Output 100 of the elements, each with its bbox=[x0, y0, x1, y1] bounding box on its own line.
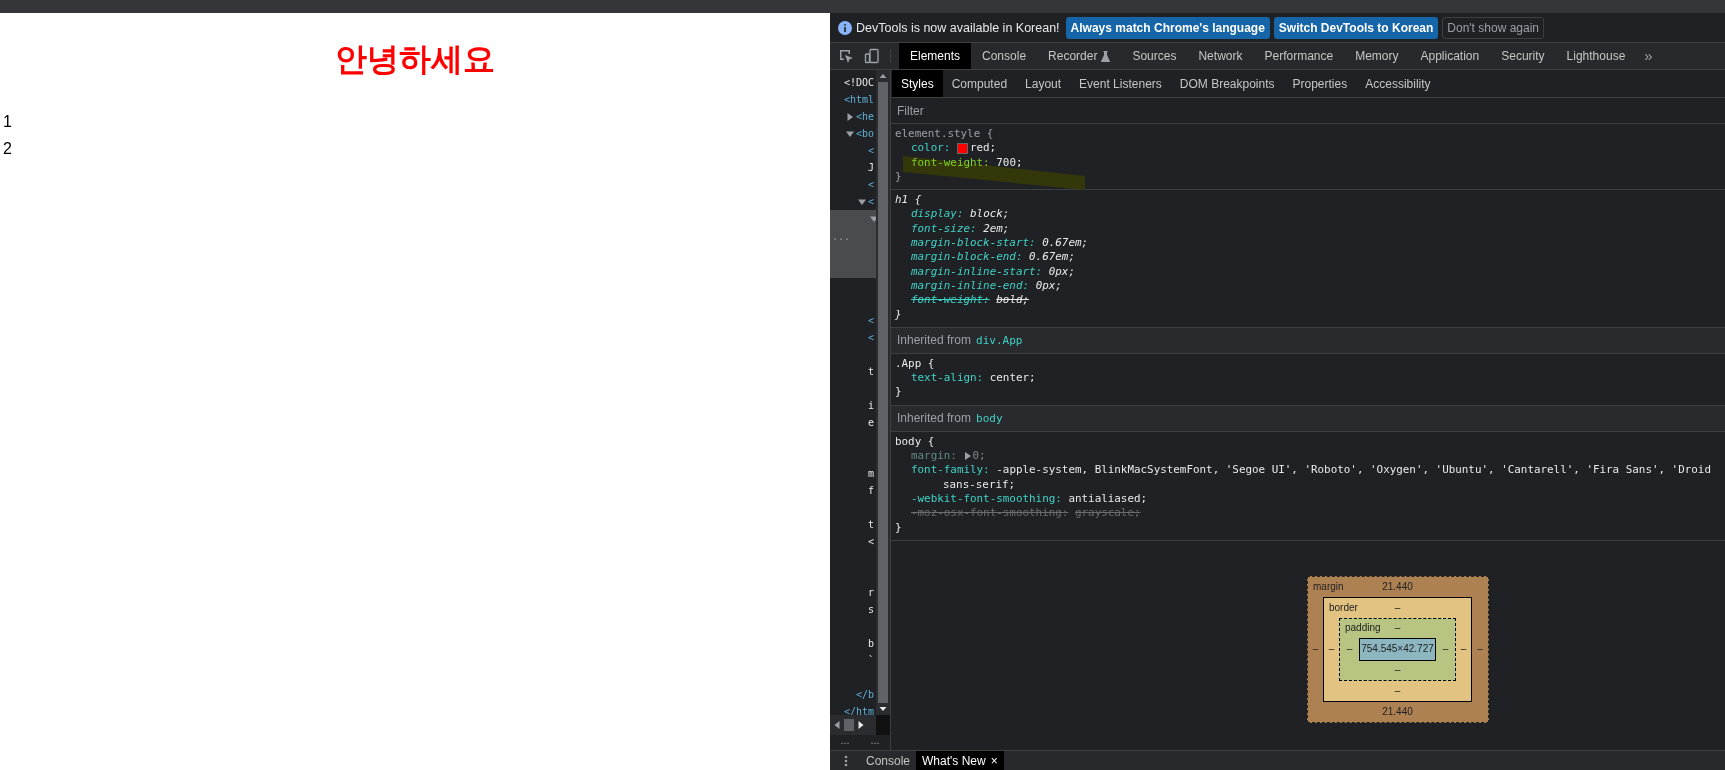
html-tag[interactable]: < bbox=[868, 176, 875, 193]
scroll-left-icon[interactable] bbox=[832, 719, 842, 731]
html-tag[interactable]: < bbox=[868, 142, 875, 159]
node-text[interactable]: t bbox=[868, 516, 875, 533]
filter-field[interactable]: Filter bbox=[891, 101, 1091, 120]
box-value: – bbox=[1394, 664, 1401, 677]
drawer-tab[interactable]: What's New × bbox=[916, 751, 1004, 770]
property-value: antialiased; bbox=[1068, 491, 1148, 507]
css-selector: .App { bbox=[895, 356, 935, 372]
box-value: – bbox=[1394, 601, 1401, 614]
panel-tab[interactable]: Console bbox=[971, 43, 1038, 69]
panel-tab[interactable]: Sources bbox=[1121, 43, 1188, 69]
property-value: grayscale; bbox=[1074, 506, 1141, 521]
drawer-tab[interactable]: Console bbox=[860, 751, 917, 770]
panel-tab[interactable]: Security bbox=[1490, 43, 1556, 69]
property-name: font-weight: bbox=[911, 293, 990, 308]
sidebar-tab[interactable]: Computed bbox=[942, 70, 1017, 97]
notice-button[interactable]: Always match Chrome's language bbox=[1065, 16, 1270, 39]
node-text[interactable]: J bbox=[868, 159, 875, 176]
sidebar-tab[interactable]: Layout bbox=[1016, 70, 1071, 97]
html-tag[interactable]: <html bbox=[844, 91, 875, 108]
html-tag[interactable]: </b bbox=[856, 686, 875, 703]
caret-down-icon[interactable] bbox=[858, 197, 866, 206]
box-label: padding bbox=[1344, 622, 1381, 635]
more-tabs-button[interactable]: » bbox=[1636, 43, 1661, 69]
notice-button[interactable]: Switch DevTools to Korean bbox=[1273, 16, 1439, 39]
css-selector: h1 { bbox=[895, 193, 922, 208]
expand-triangle-icon[interactable] bbox=[963, 452, 971, 461]
property-value: red; bbox=[969, 141, 997, 156]
node-text[interactable]: i bbox=[868, 397, 875, 414]
notice-button[interactable]: Don't show again bbox=[1442, 16, 1544, 39]
property-value: block; bbox=[970, 207, 1010, 222]
sidebar-tab[interactable]: Styles bbox=[892, 70, 943, 97]
panel-tab[interactable]: Application bbox=[1409, 43, 1491, 69]
scrollbar[interactable] bbox=[876, 70, 890, 715]
box-label: border bbox=[1328, 601, 1358, 614]
caret-down-icon[interactable] bbox=[846, 129, 854, 138]
header-label: Inherited from bbox=[897, 333, 972, 348]
panel-tab[interactable]: Performance bbox=[1253, 43, 1345, 69]
panel-tab[interactable]: Network bbox=[1187, 43, 1254, 69]
inspect-icon[interactable] bbox=[838, 48, 854, 64]
panel-tab[interactable]: Recorder bbox=[1037, 43, 1122, 69]
property-value: 0px; bbox=[1048, 264, 1075, 279]
html-tag[interactable]: < bbox=[868, 193, 875, 210]
device-toolbar-icon[interactable] bbox=[864, 48, 880, 64]
panel-tab[interactable]: Memory bbox=[1344, 43, 1410, 69]
property-value: sans-serif; bbox=[942, 477, 1016, 492]
html-tag[interactable]: <bo bbox=[856, 125, 875, 142]
node-text[interactable]: ` bbox=[868, 652, 875, 669]
close-button[interactable]: × bbox=[990, 753, 998, 768]
color-swatch[interactable] bbox=[956, 142, 968, 154]
node-link[interactable]: div.App bbox=[976, 333, 1023, 347]
html-tag[interactable]: < bbox=[868, 329, 875, 346]
node-text[interactable]: b bbox=[868, 635, 875, 652]
sidebar-tab[interactable]: DOM Breakpoints bbox=[1170, 70, 1284, 97]
html-tag[interactable]: < bbox=[868, 312, 875, 329]
caret-right-icon[interactable] bbox=[846, 112, 854, 121]
node-text[interactable]: r bbox=[868, 584, 875, 601]
html-tag[interactable]: <he bbox=[856, 108, 875, 125]
node-text[interactable]: t bbox=[868, 363, 875, 380]
more-button[interactable]: ... bbox=[832, 232, 851, 242]
property-value: 0px; bbox=[1035, 278, 1062, 294]
css-selector: element.style { bbox=[895, 127, 994, 142]
header-label: Inherited from bbox=[897, 411, 972, 426]
html-tag[interactable]: </htm bbox=[844, 703, 875, 715]
more-options-icon[interactable] bbox=[844, 754, 848, 767]
more-button[interactable]: ... bbox=[868, 735, 882, 750]
sidebar-tab[interactable]: Accessibility bbox=[1356, 70, 1440, 97]
node-link[interactable]: body bbox=[976, 411, 1003, 425]
scroll-thumb[interactable] bbox=[878, 82, 888, 703]
property-value: -apple-system, BlinkMacSystemFont, 'Segoe UI', 'Roboto', 'Oxygen', 'Ubuntu', 'Cantarell', 'Fira Sans', 'Droid bbox=[996, 463, 1711, 478]
box-value: – bbox=[1312, 643, 1319, 656]
node-text[interactable]: <!DOC bbox=[844, 74, 875, 91]
property-value: 2em; bbox=[983, 221, 1010, 237]
panel-tab[interactable]: Elements bbox=[899, 43, 972, 69]
box-value: 21.440 bbox=[1382, 705, 1413, 718]
text-line: 2 bbox=[2, 139, 12, 159]
property-value: 0.67em; bbox=[1042, 236, 1089, 251]
node-text[interactable]: m bbox=[868, 465, 875, 482]
node-text[interactable]: f bbox=[868, 482, 875, 499]
sidebar-tab[interactable]: Event Listeners bbox=[1070, 70, 1171, 97]
property-name: margin-inline-end: bbox=[911, 278, 1030, 294]
more-button[interactable]: ... bbox=[838, 735, 852, 750]
box-value: – bbox=[1394, 622, 1401, 635]
property-value: center; bbox=[989, 371, 1036, 386]
css-brace: } bbox=[895, 520, 902, 535]
property-name: margin-inline-start: bbox=[911, 264, 1043, 279]
node-text[interactable]: e bbox=[868, 414, 875, 431]
panel-tab[interactable]: Lighthouse bbox=[1555, 43, 1637, 69]
scroll-right-icon[interactable] bbox=[856, 719, 866, 731]
property-name: display: bbox=[911, 207, 964, 222]
property-value: 0.67em; bbox=[1029, 250, 1075, 265]
selected-node-row[interactable]: ... bbox=[830, 210, 876, 278]
flask-icon bbox=[1101, 50, 1111, 62]
node-text[interactable]: < bbox=[868, 533, 875, 550]
sidebar-tab[interactable]: Properties bbox=[1283, 70, 1357, 97]
scroll-thumb[interactable] bbox=[844, 719, 854, 731]
box-value: – bbox=[1346, 643, 1353, 656]
node-text[interactable]: s bbox=[868, 601, 875, 618]
page-heading: 안녕하세요 bbox=[335, 41, 495, 78]
